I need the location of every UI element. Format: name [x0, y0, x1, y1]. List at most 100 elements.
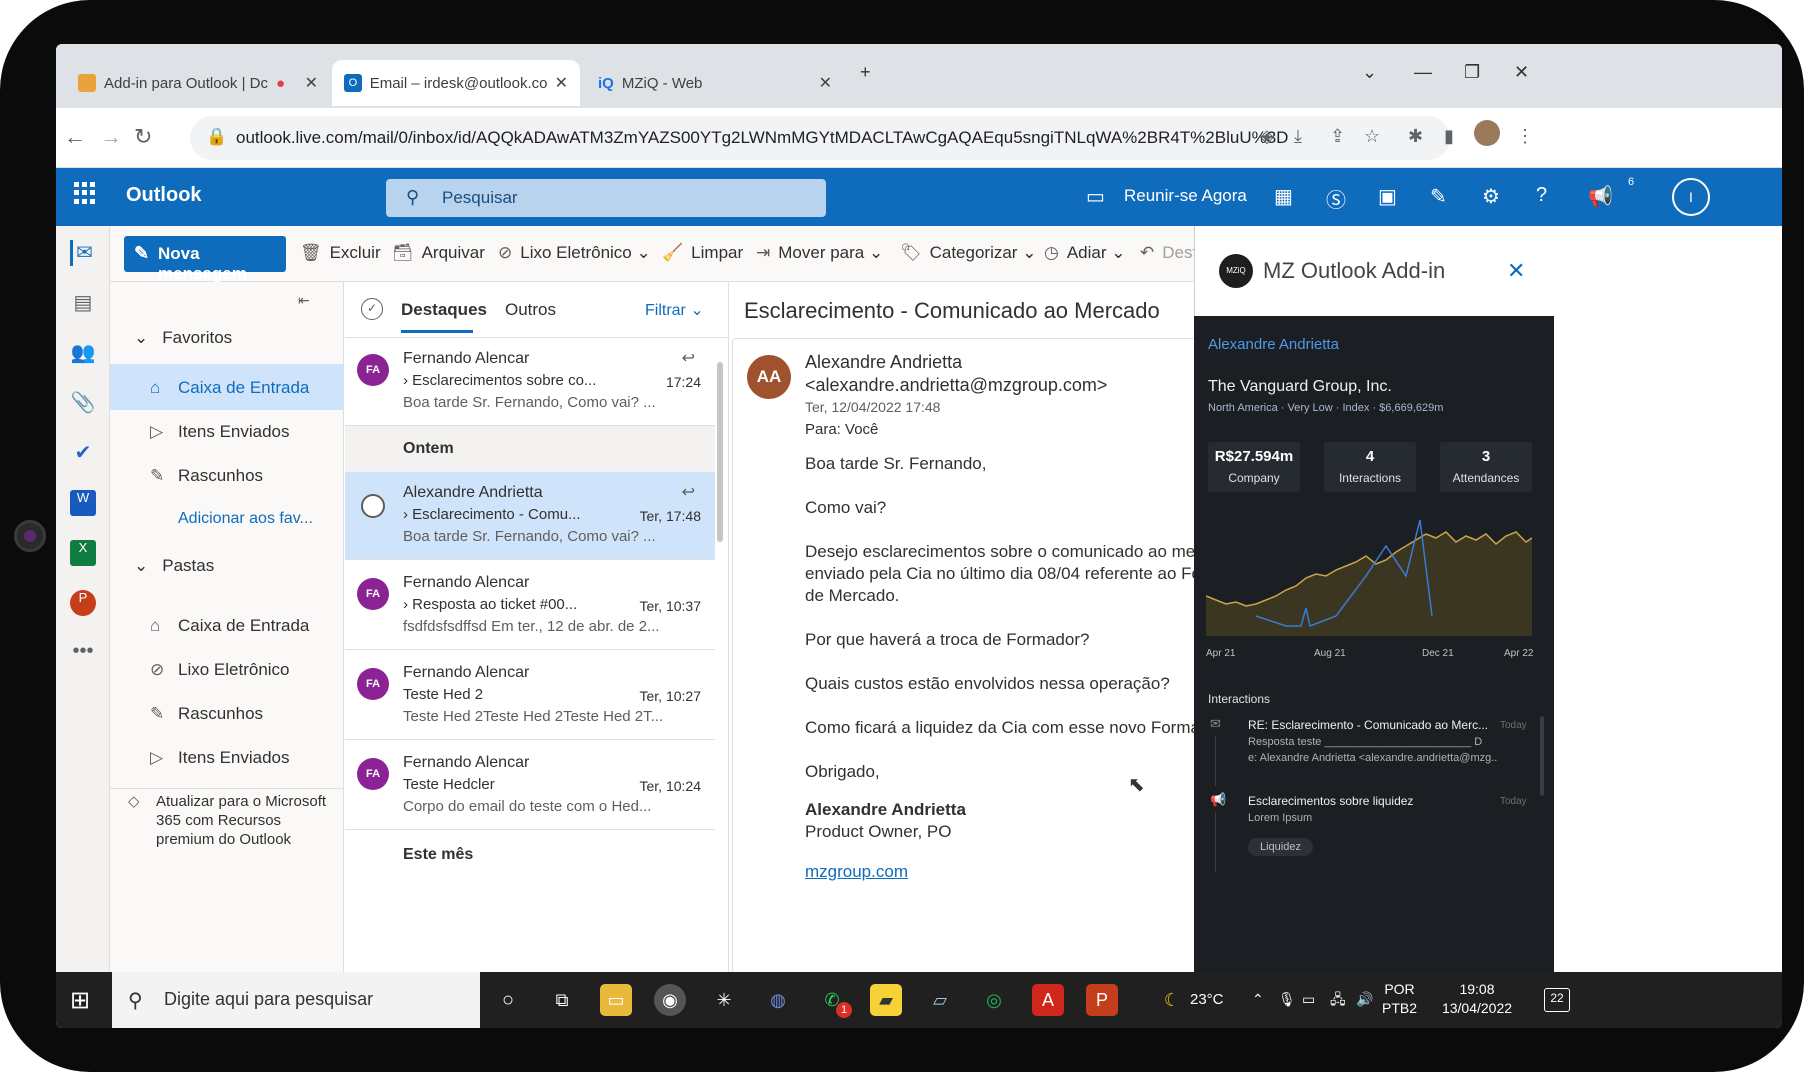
- bookmark-star-icon[interactable]: ☆: [1364, 126, 1380, 147]
- close-window-icon[interactable]: ✕: [1514, 62, 1529, 83]
- language-indicator[interactable]: POR PTB2: [1382, 980, 1417, 1018]
- collapse-pane-icon[interactable]: ⇤: [298, 292, 310, 309]
- side-panel-icon[interactable]: ▮: [1444, 126, 1454, 147]
- archive-button[interactable]: 🗃 Arquivar: [392, 243, 485, 263]
- account-avatar[interactable]: I: [1672, 178, 1710, 216]
- close-addin-icon[interactable]: ✕: [1507, 258, 1525, 284]
- message-item[interactable]: FA Fernando Alencar Teste Hed 2 Ter, 10:…: [345, 652, 715, 740]
- reload-icon[interactable]: ↻: [134, 124, 152, 150]
- clock[interactable]: 19:08 13/04/2022: [1432, 980, 1522, 1018]
- message-item[interactable]: FA Fernando Alencar Teste Hedcler Ter, 1…: [345, 742, 715, 830]
- task-view-icon[interactable]: ⧉: [546, 984, 578, 1016]
- delete-button[interactable]: 🗑 Excluir: [300, 243, 381, 263]
- message-item-selected[interactable]: Alexandre Andrietta ↩ › Esclarecimento -…: [345, 472, 715, 560]
- office-icon[interactable]: ▣: [1378, 184, 1397, 209]
- folder-inbox[interactable]: ⌂ Caixa de Entrada: [150, 616, 309, 636]
- install-icon[interactable]: ⤓: [1294, 126, 1302, 147]
- signature-link[interactable]: mzgroup.com: [805, 861, 908, 883]
- chrome-icon[interactable]: ◉: [654, 984, 686, 1016]
- acrobat-icon[interactable]: A: [1032, 984, 1064, 1016]
- share-icon[interactable]: ⇪: [1330, 126, 1345, 147]
- more-apps-icon[interactable]: •••: [70, 640, 96, 666]
- sender-avatar[interactable]: AA: [747, 355, 791, 399]
- mic-icon[interactable]: 🎙: [1278, 990, 1296, 1009]
- file-explorer-icon[interactable]: ▭: [600, 984, 632, 1016]
- qr-icon[interactable]: ▦: [1274, 184, 1293, 209]
- folder-drafts[interactable]: ✎ Rascunhos: [150, 704, 263, 724]
- restore-icon[interactable]: ❐: [1464, 62, 1480, 83]
- categorize-button[interactable]: 🏷 Categorizar ⌄: [900, 243, 1036, 263]
- excel-icon[interactable]: X: [70, 540, 96, 566]
- mail-icon[interactable]: ✉: [70, 240, 96, 266]
- new-message-button[interactable]: ✎ Nova mensagem: [124, 236, 286, 283]
- video-icon[interactable]: ▭: [1086, 184, 1105, 209]
- close-tab-icon[interactable]: ✕: [819, 73, 832, 93]
- gear-icon[interactable]: ⚙: [1482, 184, 1500, 209]
- new-tab-icon[interactable]: +: [860, 62, 871, 83]
- profile-avatar[interactable]: [1474, 120, 1500, 146]
- message-item[interactable]: FA Fernando Alencar ↩ › Esclarecimentos …: [345, 338, 715, 426]
- email-from[interactable]: Alexandre Andrietta <alexandre.andrietta…: [805, 351, 1250, 397]
- tab-addin[interactable]: Add-in para Outlook | Dc ● ✕: [66, 60, 330, 106]
- tab-mziq[interactable]: iQ MZiQ - Web ✕: [586, 60, 844, 106]
- folders-header[interactable]: ⌄ Pastas: [134, 556, 214, 576]
- battery-icon[interactable]: ▭: [1302, 990, 1315, 1009]
- list-scrollbar[interactable]: [717, 362, 723, 542]
- megaphone-icon[interactable]: 📢: [1588, 184, 1613, 209]
- forward-icon[interactable]: →: [100, 124, 122, 150]
- interaction-tag[interactable]: Liquidez: [1248, 838, 1313, 856]
- close-tab-icon[interactable]: ✕: [555, 73, 568, 93]
- tray-chevron-icon[interactable]: ⌃: [1252, 990, 1264, 1009]
- interaction-title[interactable]: Esclarecimentos sobre liquidez: [1248, 794, 1488, 808]
- upgrade-link[interactable]: ◇ Atualizar para o Microsoft 365 com Rec…: [128, 792, 338, 849]
- puzzle-icon[interactable]: ✱: [1408, 126, 1423, 147]
- favorites-header[interactable]: ⌄ Favoritos: [134, 328, 232, 348]
- folder-sent[interactable]: ▷ Itens Enviados: [150, 748, 290, 768]
- powerpoint-taskbar-icon[interactable]: P: [1086, 984, 1118, 1016]
- powerpoint-icon[interactable]: P: [70, 590, 96, 616]
- folder-sent-favorite[interactable]: ▷ Itens Enviados: [150, 422, 290, 442]
- todo-icon[interactable]: ✔: [70, 440, 96, 466]
- windows-start-icon[interactable]: ⊞: [70, 986, 90, 1015]
- undo-button[interactable]: ↶ Desf: [1140, 243, 1197, 263]
- contact-name-link[interactable]: Alexandre Andrietta: [1208, 336, 1339, 353]
- sticky-notes-icon[interactable]: ▰: [870, 984, 902, 1016]
- tab-search-icon[interactable]: ⌄: [1362, 62, 1377, 83]
- meet-now-button[interactable]: Reunir-se Agora: [1124, 186, 1247, 206]
- spotify-icon[interactable]: ◎: [978, 984, 1010, 1016]
- calendar-edit-icon[interactable]: ✎: [1430, 184, 1447, 209]
- word-icon[interactable]: W: [70, 490, 96, 516]
- temperature[interactable]: 23°C: [1190, 990, 1224, 1009]
- app-launcher-icon[interactable]: [74, 182, 96, 204]
- tab-focused[interactable]: Destaques: [401, 300, 487, 333]
- weather-icon[interactable]: ☾: [1156, 984, 1188, 1016]
- select-all-icon[interactable]: ✓: [361, 298, 383, 320]
- taskbar-search[interactable]: ⚲ Digite aqui para pesquisar: [112, 972, 480, 1028]
- interaction-title[interactable]: RE: Esclarecimento - Comunicado ao Merc.…: [1248, 718, 1488, 732]
- calendar-icon[interactable]: ▤: [70, 290, 96, 316]
- network-icon[interactable]: 🖧: [1330, 990, 1346, 1009]
- minimize-icon[interactable]: —: [1414, 62, 1432, 83]
- people-icon[interactable]: 👥: [70, 340, 96, 366]
- notification-center[interactable]: 22: [1544, 988, 1570, 1012]
- sweep-button[interactable]: 🧹 Limpar: [662, 243, 743, 263]
- slack-icon[interactable]: ✳: [708, 984, 740, 1016]
- add-favorite-link[interactable]: Adicionar aos fav...: [178, 510, 313, 528]
- message-item[interactable]: FA Fernando Alencar › Resposta ao ticket…: [345, 562, 715, 650]
- filter-button[interactable]: Filtrar ⌄: [645, 300, 704, 320]
- discord-icon[interactable]: ◍: [762, 984, 794, 1016]
- search-input[interactable]: ⚲ Pesquisar: [386, 179, 826, 217]
- tab-other[interactable]: Outros: [505, 300, 556, 320]
- help-icon[interactable]: ?: [1536, 184, 1547, 207]
- select-radio[interactable]: [361, 494, 385, 518]
- close-tab-icon[interactable]: ✕: [305, 73, 318, 93]
- folder-junk[interactable]: ⊘ Lixo Eletrônico: [150, 660, 290, 680]
- back-icon[interactable]: ←: [64, 124, 86, 150]
- addin-scrollbar[interactable]: [1540, 716, 1544, 796]
- volume-icon[interactable]: 🔊: [1356, 990, 1373, 1009]
- extension-icon[interactable]: ◈: [1260, 126, 1274, 147]
- menu-kebab-icon[interactable]: ⋮: [1516, 126, 1534, 147]
- snooze-button[interactable]: ◷ Adiar ⌄: [1044, 243, 1126, 263]
- folder-drafts-favorite[interactable]: ✎ Rascunhos: [150, 466, 263, 486]
- cortana-icon[interactable]: ○: [492, 984, 524, 1016]
